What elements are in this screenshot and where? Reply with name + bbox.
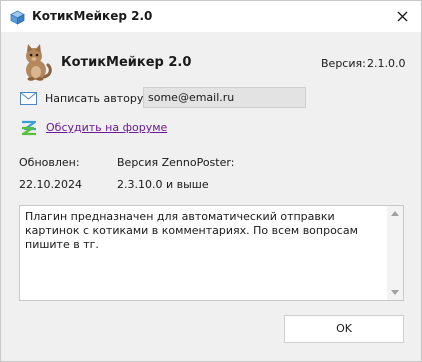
app-name: КотикМейкер 2.0 [61, 55, 192, 70]
close-button[interactable] [385, 1, 421, 32]
zennoposter-version-value: 2.3.10.0 и выше [117, 178, 209, 191]
updated-label: Обновлен: [19, 156, 80, 169]
forum-link[interactable]: Обсудить на форуме [46, 121, 167, 134]
scroll-down-icon[interactable] [391, 290, 399, 295]
version-label: Версия: [321, 57, 366, 70]
cube-icon [10, 10, 25, 25]
zennoposter-version-label: Версия ZennoPoster: [117, 156, 235, 169]
author-email-field[interactable]: some@email.ru [143, 87, 306, 108]
about-dialog: КотикМейкер 2.0 КотикМейкер 2.0 Версия: … [0, 0, 422, 362]
window-title: КотикМейкер 2.0 [32, 9, 153, 23]
zennoposter-icon [20, 119, 38, 140]
ok-button[interactable]: OK [284, 315, 404, 343]
description-textbox[interactable]: Плагин предназначен для автоматический о… [19, 205, 404, 301]
cat-logo [19, 43, 53, 81]
author-label: Написать автору: [45, 92, 148, 105]
description-scrollbar[interactable] [387, 206, 403, 300]
close-icon [397, 11, 408, 22]
scroll-up-icon[interactable] [391, 211, 399, 216]
description-text: Плагин предназначен для автоматический о… [25, 210, 358, 251]
mail-icon [20, 92, 37, 108]
version-value: 2.1.0.0 [367, 57, 406, 70]
title-bar: КотикМейкер 2.0 [1, 1, 421, 32]
updated-value: 22.10.2024 [19, 178, 82, 191]
